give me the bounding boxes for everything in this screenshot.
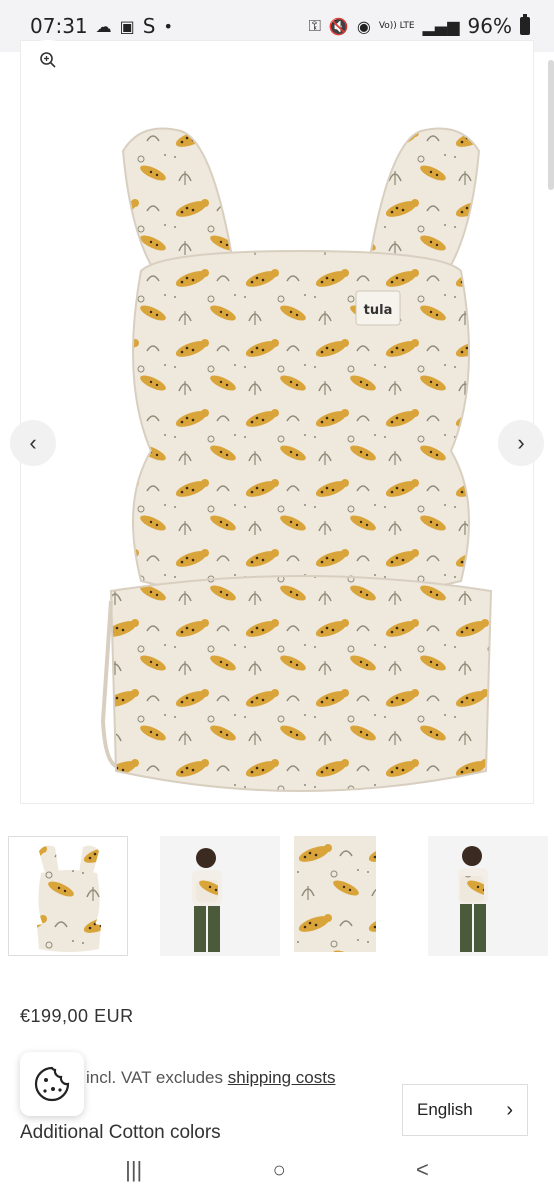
chevron-right-icon: ›	[506, 1098, 513, 1121]
battery-icon	[520, 14, 530, 35]
thumbnail-gallery	[0, 836, 554, 958]
cookie-icon	[34, 1066, 70, 1102]
dot-icon: •	[163, 16, 173, 36]
zoom-button[interactable]	[26, 40, 70, 80]
image-icon: ▣	[119, 16, 135, 36]
key-icon: ⚿	[308, 16, 321, 35]
system-nav-bar: ||| ○ <	[0, 1140, 554, 1200]
thumbnail-carrier-detail[interactable]	[294, 836, 414, 956]
product-image-main[interactable]: tula	[20, 40, 534, 804]
thumbnail-model-side[interactable]	[428, 836, 548, 956]
back-button[interactable]: <	[416, 1157, 429, 1183]
product-price: €199,00 EUR	[20, 1006, 134, 1026]
chevron-left-icon: ‹	[29, 430, 37, 455]
next-image-button[interactable]: ›	[498, 420, 544, 466]
language-selector[interactable]: English ›	[402, 1084, 528, 1136]
shipping-costs-link[interactable]: shipping costs	[228, 1068, 336, 1087]
tax-prefix: incl. VAT excludes	[86, 1068, 224, 1087]
thumbnail-carrier-front[interactable]	[8, 836, 128, 956]
language-label: English	[417, 1100, 473, 1119]
scrollbar[interactable]	[548, 60, 554, 190]
status-time: 07:31	[30, 14, 88, 38]
battery-level: 96%	[467, 14, 512, 38]
previous-image-button[interactable]: ‹	[10, 420, 56, 466]
zoom-in-icon	[40, 52, 56, 68]
baby-carrier-image: tula	[101, 127, 493, 792]
home-button[interactable]: ○	[272, 1157, 285, 1183]
carrier-glyph: S	[142, 14, 156, 38]
cookie-settings-button[interactable]	[20, 1052, 84, 1116]
mute-icon: 🔇	[328, 16, 349, 36]
chevron-right-icon: ›	[517, 430, 525, 455]
thumbnail-model-front[interactable]	[160, 836, 280, 956]
signal-icon: ▂▄▆	[422, 16, 460, 36]
brand-tag: tula	[364, 303, 393, 318]
tax-info: incl. VAT excludes shipping costs	[86, 1068, 335, 1088]
wifi-icon: ◉	[356, 16, 371, 36]
recent-apps-button[interactable]: |||	[125, 1157, 142, 1183]
cloud-icon: ☁	[95, 16, 112, 36]
volte-icon: Vo)) LTE	[378, 20, 415, 31]
